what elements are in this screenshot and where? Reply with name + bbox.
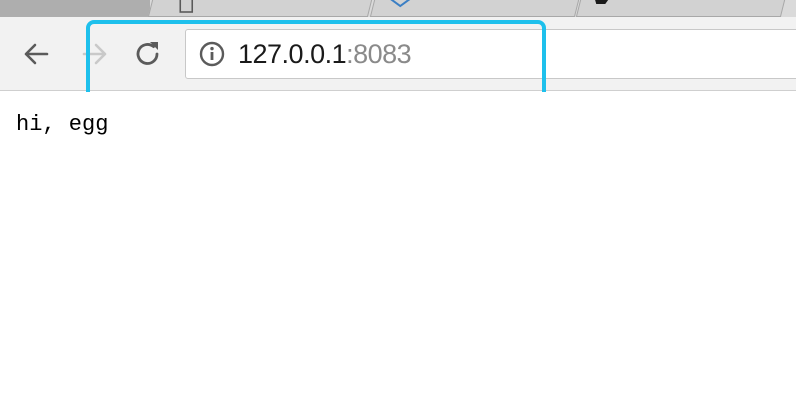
browser-window: 127.0.0.1:8083 hi, egg <box>0 0 796 404</box>
url-text[interactable]: 127.0.0.1:8083 <box>238 38 412 70</box>
browser-toolbar: 127.0.0.1:8083 <box>0 17 796 91</box>
tab-3[interactable] <box>575 0 786 17</box>
info-icon[interactable] <box>199 41 225 67</box>
back-button[interactable] <box>19 37 53 71</box>
tab-2[interactable] <box>369 0 580 17</box>
tab-strip <box>0 0 796 17</box>
address-bar[interactable]: 127.0.0.1:8083 <box>185 29 796 79</box>
tab-strip-background <box>0 0 150 17</box>
page-content: hi, egg <box>0 92 796 404</box>
url-port: :8083 <box>346 39 412 69</box>
url-host: 127.0.0.1 <box>238 39 347 69</box>
favicon-icon <box>593 0 611 17</box>
shield-icon <box>387 0 413 17</box>
back-arrow-icon <box>24 43 49 65</box>
forward-arrow-icon <box>82 43 107 65</box>
reload-button[interactable] <box>131 37 165 71</box>
document-icon <box>179 0 194 17</box>
tab-1[interactable] <box>147 0 373 17</box>
forward-button[interactable] <box>78 37 112 71</box>
reload-icon <box>136 42 159 65</box>
page-body-text: hi, egg <box>16 112 109 137</box>
